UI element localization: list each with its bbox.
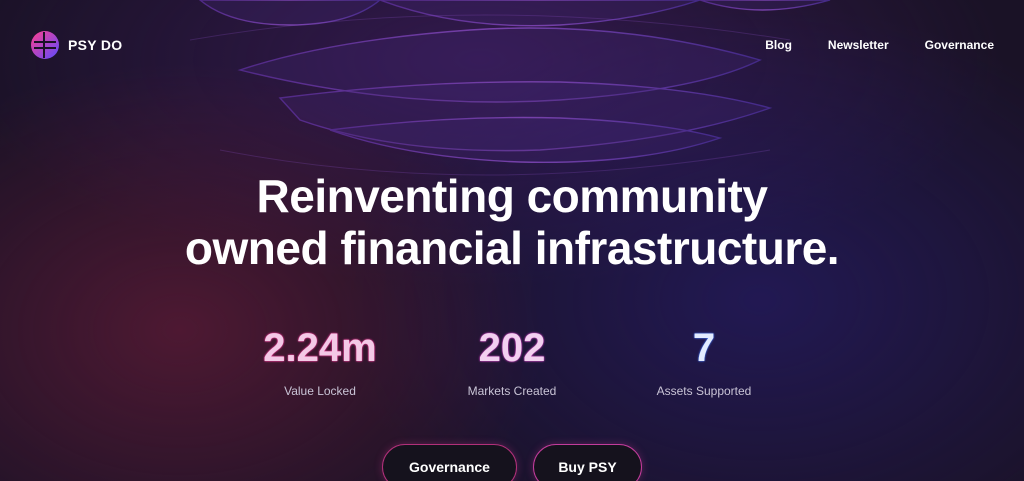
psy-logo-icon [31, 31, 59, 59]
hero-title-line-2: owned financial infrastructure. [184, 222, 840, 274]
stat-value-locked: 2.24m Value Locked [230, 326, 410, 398]
stats-row: 2.24m Value Locked 202 Markets Created 7… [0, 326, 1024, 406]
brand-logo[interactable]: PSY DO [30, 30, 122, 60]
buy-psy-button[interactable]: Buy PSY [533, 444, 642, 481]
stat-value: 2.24m [263, 326, 377, 370]
hero-section: Reinventing community owned financial in… [0, 170, 1024, 274]
hero-title: Reinventing community owned financial in… [0, 170, 1024, 274]
stat-markets-created: 202 Markets Created [422, 326, 602, 398]
stat-label: Assets Supported [656, 384, 752, 398]
nav-link-blog[interactable]: Blog [765, 38, 792, 52]
stat-value: 202 [478, 326, 546, 370]
site-header: PSY DO Blog Newsletter Governance [0, 0, 1024, 90]
brand-name: PSY DO [68, 37, 123, 53]
nav-link-newsletter[interactable]: Newsletter [828, 38, 889, 52]
stat-label: Markets Created [467, 384, 557, 398]
governance-button[interactable]: Governance [382, 444, 517, 481]
stat-value: 7 [692, 326, 716, 370]
hero-title-line-1: Reinventing community [256, 170, 768, 222]
nav-link-governance[interactable]: Governance [925, 38, 994, 52]
stat-label: Value Locked [284, 384, 356, 398]
main-nav: Blog Newsletter Governance [765, 38, 994, 52]
stat-assets-supported: 7 Assets Supported [614, 326, 794, 398]
